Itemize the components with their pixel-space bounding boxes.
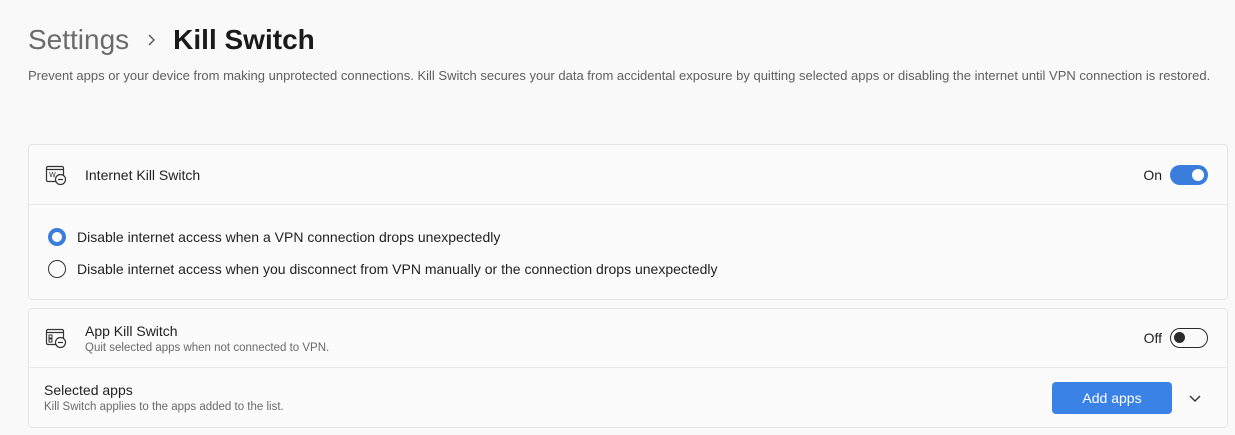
selected-apps-text: Selected apps Kill Switch applies to the… bbox=[44, 382, 284, 413]
option-disconnect-or-drop[interactable]: Disable internet access when you disconn… bbox=[48, 259, 717, 279]
internet-kill-switch-icon: W bbox=[44, 163, 68, 187]
selected-apps-title: Selected apps bbox=[44, 382, 133, 398]
internet-kill-switch-toggle-group: On bbox=[1143, 164, 1208, 185]
radio-button[interactable] bbox=[48, 260, 66, 278]
internet-kill-switch-card: W Internet Kill Switch On Disable intern… bbox=[28, 144, 1228, 300]
internet-kill-switch-toggle-label: On bbox=[1143, 166, 1162, 183]
app-kill-switch-icon bbox=[44, 326, 68, 350]
app-kill-switch-title: App Kill Switch bbox=[85, 323, 178, 339]
breadcrumb-settings-link[interactable]: Settings bbox=[28, 24, 129, 56]
radio-button-selected[interactable] bbox=[48, 228, 66, 246]
internet-kill-switch-row: W Internet Kill Switch On bbox=[29, 145, 1227, 205]
app-kill-switch-toggle-label: Off bbox=[1143, 330, 1162, 346]
add-apps-button[interactable]: Add apps bbox=[1052, 382, 1172, 414]
chevron-right-icon bbox=[147, 33, 157, 47]
svg-text:W: W bbox=[49, 171, 56, 179]
option-label: Disable internet access when a VPN conne… bbox=[77, 229, 501, 245]
toggle-knob bbox=[1174, 332, 1185, 343]
app-kill-switch-row: App Kill Switch Quit selected apps when … bbox=[29, 309, 1227, 368]
chevron-down-icon[interactable] bbox=[1187, 390, 1203, 406]
page-description: Prevent apps or your device from making … bbox=[28, 68, 1211, 83]
page-title: Kill Switch bbox=[173, 24, 315, 55]
internet-kill-switch-toggle[interactable] bbox=[1170, 164, 1208, 185]
internet-kill-switch-title: Internet Kill Switch bbox=[85, 166, 201, 183]
app-kill-switch-subtitle: Quit selected apps when not connected to… bbox=[85, 342, 330, 354]
app-kill-switch-text: App Kill Switch Quit selected apps when … bbox=[85, 323, 329, 354]
internet-kill-switch-options: Disable internet access when a VPN conne… bbox=[48, 227, 717, 291]
kill-switch-settings-page: Settings Kill Switch Prevent apps or you… bbox=[0, 0, 1235, 435]
selected-apps-row: Selected apps Kill Switch applies to the… bbox=[29, 368, 1227, 428]
toggle-knob bbox=[1192, 168, 1204, 181]
option-label: Disable internet access when you disconn… bbox=[77, 261, 718, 277]
app-kill-switch-toggle-group: Off bbox=[1144, 328, 1208, 348]
app-kill-switch-card: App Kill Switch Quit selected apps when … bbox=[28, 308, 1228, 428]
option-drop-unexpectedly[interactable]: Disable internet access when a VPN conne… bbox=[48, 227, 717, 247]
app-kill-switch-toggle[interactable] bbox=[1170, 328, 1208, 348]
breadcrumb: Settings Kill Switch bbox=[28, 20, 315, 60]
selected-apps-subtitle: Kill Switch applies to the apps added to… bbox=[44, 401, 284, 413]
